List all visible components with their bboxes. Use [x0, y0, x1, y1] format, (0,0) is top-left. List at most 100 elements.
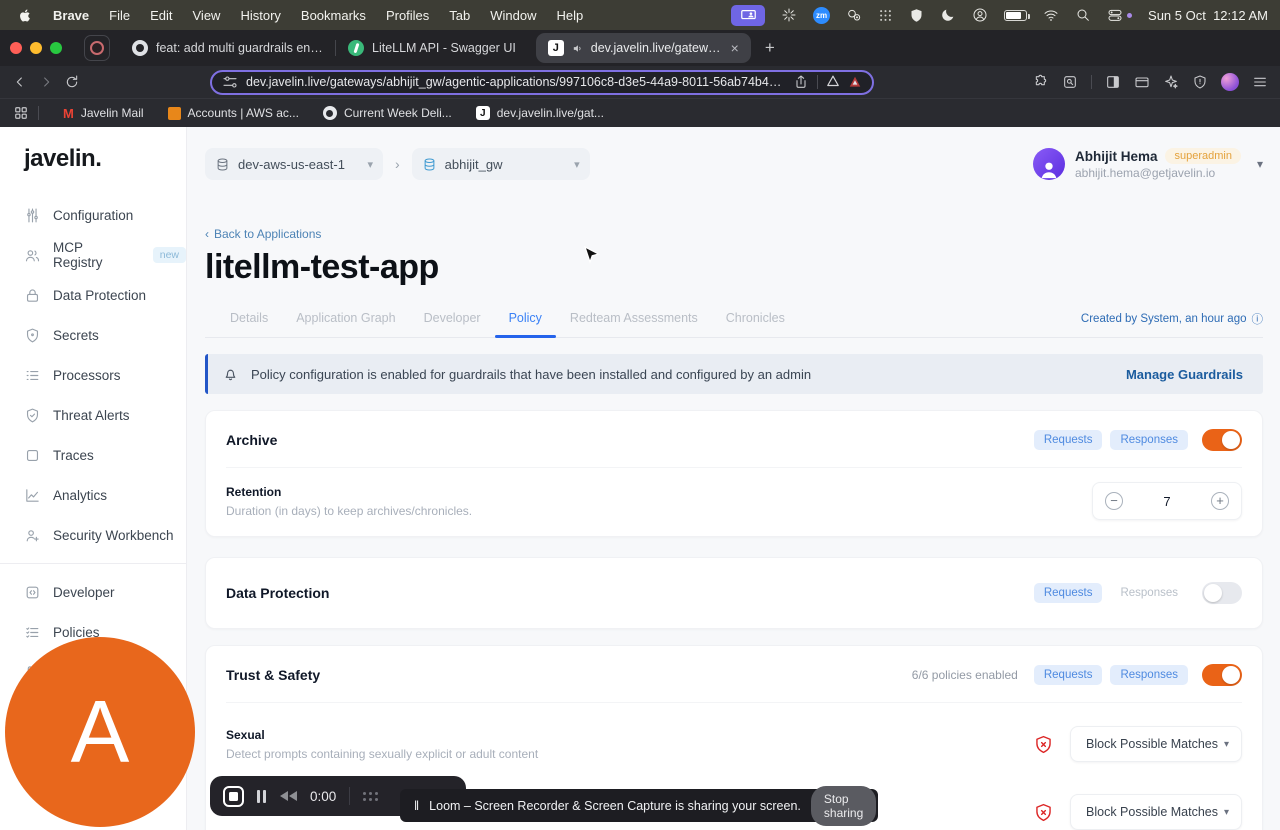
hide-button[interactable]: Hide: [886, 799, 912, 813]
control-center-icon[interactable]: [1107, 7, 1133, 23]
menubar-clock[interactable]: Sun 5 Oct 12:12 AM: [1148, 8, 1268, 23]
reload-button[interactable]: [64, 74, 80, 90]
tab-close-icon[interactable]: ×: [731, 40, 739, 56]
focus-moon-icon[interactable]: [940, 7, 956, 23]
browser-tab-3-active[interactable]: J dev.javelin.live/gateways/ab ×: [535, 33, 751, 63]
tab-redteam-assessments[interactable]: Redteam Assessments: [556, 311, 712, 337]
tab-application-graph[interactable]: Application Graph: [282, 311, 409, 337]
back-button[interactable]: [12, 74, 28, 90]
browser-menu-icon[interactable]: [1252, 74, 1268, 90]
sidebar-item-data-protection[interactable]: Data Protection: [0, 275, 186, 315]
url-text[interactable]: dev.javelin.live/gateways/abhijit_gw/age…: [246, 75, 785, 89]
increment-button[interactable]: +: [1210, 492, 1229, 510]
share-icon[interactable]: [793, 74, 809, 90]
sidebar-item-developer[interactable]: Developer: [0, 572, 186, 612]
tab-developer[interactable]: Developer: [410, 311, 495, 337]
brave-rewards-triangle-icon[interactable]: [848, 75, 862, 89]
created-note-text: Created by System, an hour ago: [1080, 313, 1247, 325]
new-tab-button[interactable]: +: [765, 38, 775, 58]
drag-handle[interactable]: [363, 791, 379, 801]
environment-selector[interactable]: dev-aws-us-east-1 ▾: [205, 148, 383, 180]
bookmark-aws-accounts[interactable]: Accounts | AWS ac...: [167, 106, 299, 120]
responses-badge[interactable]: Responses: [1110, 430, 1188, 450]
site-settings-icon[interactable]: [222, 74, 238, 90]
sidebar-item-mcp-registry[interactable]: MCP Registry new: [0, 235, 186, 275]
menu-edit[interactable]: Edit: [140, 8, 182, 23]
menu-view[interactable]: View: [183, 8, 231, 23]
window-minimize-button[interactable]: [30, 42, 42, 54]
sidebar-item-processors[interactable]: Processors: [0, 355, 186, 395]
wallet-icon[interactable]: [1134, 74, 1150, 90]
app-status-icon[interactable]: [846, 7, 862, 23]
sidebar-toggle-icon[interactable]: [1105, 74, 1121, 90]
browser-tab-2[interactable]: LiteLLM API - Swagger UI: [336, 33, 528, 63]
menu-file[interactable]: File: [99, 8, 140, 23]
stop-recording-button[interactable]: [223, 785, 244, 807]
tab-title: dev.javelin.live/gateways/ab: [590, 41, 721, 55]
forward-button[interactable]: [38, 74, 54, 90]
bookmark-javelin-dev[interactable]: Jdev.javelin.live/gat...: [475, 106, 604, 120]
browser-tab-1[interactable]: feat: add multi guardrails endpoint: [120, 33, 335, 63]
record-indicator-icon[interactable]: [84, 35, 110, 61]
policy-action-dropdown[interactable]: Block Possible Matches ▾: [1070, 794, 1242, 830]
reading-mode-icon[interactable]: [1062, 74, 1078, 90]
responses-badge[interactable]: Responses: [1110, 665, 1188, 685]
battery-icon[interactable]: [1004, 9, 1031, 21]
sidebar-item-analytics[interactable]: Analytics: [0, 475, 186, 515]
requests-badge[interactable]: Requests: [1033, 430, 1103, 450]
responses-badge[interactable]: Responses: [1110, 583, 1188, 603]
bookmark-javelin-mail[interactable]: M Javelin Mail: [63, 106, 144, 121]
browser-profile-avatar[interactable]: [1221, 73, 1239, 91]
window-zoom-button[interactable]: [50, 42, 62, 54]
bat-rewards-icon[interactable]: [826, 75, 840, 89]
menu-window[interactable]: Window: [480, 8, 546, 23]
url-bar[interactable]: dev.javelin.live/gateways/abhijit_gw/age…: [210, 69, 874, 95]
stop-sharing-button[interactable]: Stop sharing: [810, 785, 877, 826]
launchpad-grid-icon[interactable]: [878, 8, 893, 23]
wifi-icon[interactable]: [1043, 7, 1059, 23]
restart-recording-icon[interactable]: [279, 791, 297, 801]
sidebar-item-secrets[interactable]: Secrets: [0, 315, 186, 355]
menu-brave[interactable]: Brave: [43, 8, 99, 23]
sidebar-item-threat-alerts[interactable]: Threat Alerts: [0, 395, 186, 435]
leo-ai-icon[interactable]: [1163, 74, 1179, 90]
tab-policy[interactable]: Policy: [494, 311, 557, 338]
spotlight-search-icon[interactable]: [1075, 7, 1091, 23]
sidebar-item-configuration[interactable]: Configuration: [0, 195, 186, 235]
back-to-applications-link[interactable]: ‹ Back to Applications: [205, 227, 1263, 241]
gateway-selector[interactable]: abhijit_gw ▾: [411, 148, 590, 180]
zoom-app-icon[interactable]: zm: [813, 6, 831, 24]
sidebar-item-security-workbench[interactable]: Security Workbench: [0, 515, 186, 555]
requests-badge[interactable]: Requests: [1033, 665, 1103, 685]
menu-profiles[interactable]: Profiles: [376, 8, 439, 23]
menu-tab[interactable]: Tab: [439, 8, 480, 23]
loom-camera-bubble[interactable]: A: [5, 637, 195, 827]
apps-grid-icon[interactable]: [14, 106, 28, 120]
requests-badge[interactable]: Requests: [1033, 583, 1103, 603]
sparkle-burst-icon[interactable]: [781, 7, 797, 23]
privacy-shield-icon[interactable]: [1192, 74, 1208, 90]
user-menu[interactable]: Abhijit Hema superadmin abhijit.hema@get…: [1032, 148, 1263, 180]
bookmark-current-week[interactable]: Current Week Deli...: [322, 106, 452, 120]
sidebar-item-traces[interactable]: Traces: [0, 435, 186, 475]
screen-sharing-status-icon[interactable]: [731, 4, 766, 26]
menu-help[interactable]: Help: [547, 8, 594, 23]
decrement-button[interactable]: −: [1105, 492, 1123, 510]
tab-chronicles[interactable]: Chronicles: [712, 311, 799, 337]
manage-guardrails-button[interactable]: Manage Guardrails: [1126, 367, 1243, 382]
tab-audio-icon[interactable]: [572, 42, 583, 55]
trust-safety-toggle[interactable]: [1202, 664, 1242, 686]
menu-bookmarks[interactable]: Bookmarks: [291, 8, 376, 23]
brave-shield-status-icon[interactable]: [909, 8, 924, 23]
window-close-button[interactable]: [10, 42, 22, 54]
policy-action-dropdown[interactable]: Block Possible Matches ▾: [1070, 726, 1242, 762]
retention-value[interactable]: 7: [1163, 494, 1170, 509]
menu-history[interactable]: History: [230, 8, 290, 23]
archive-toggle[interactable]: [1202, 429, 1242, 451]
apple-menu-icon[interactable]: [18, 8, 33, 23]
tab-details[interactable]: Details: [216, 311, 282, 337]
extensions-icon[interactable]: [1033, 74, 1049, 90]
user-account-icon[interactable]: [972, 7, 988, 23]
data-protection-toggle[interactable]: [1202, 582, 1242, 604]
pause-recording-button[interactable]: [257, 789, 266, 803]
